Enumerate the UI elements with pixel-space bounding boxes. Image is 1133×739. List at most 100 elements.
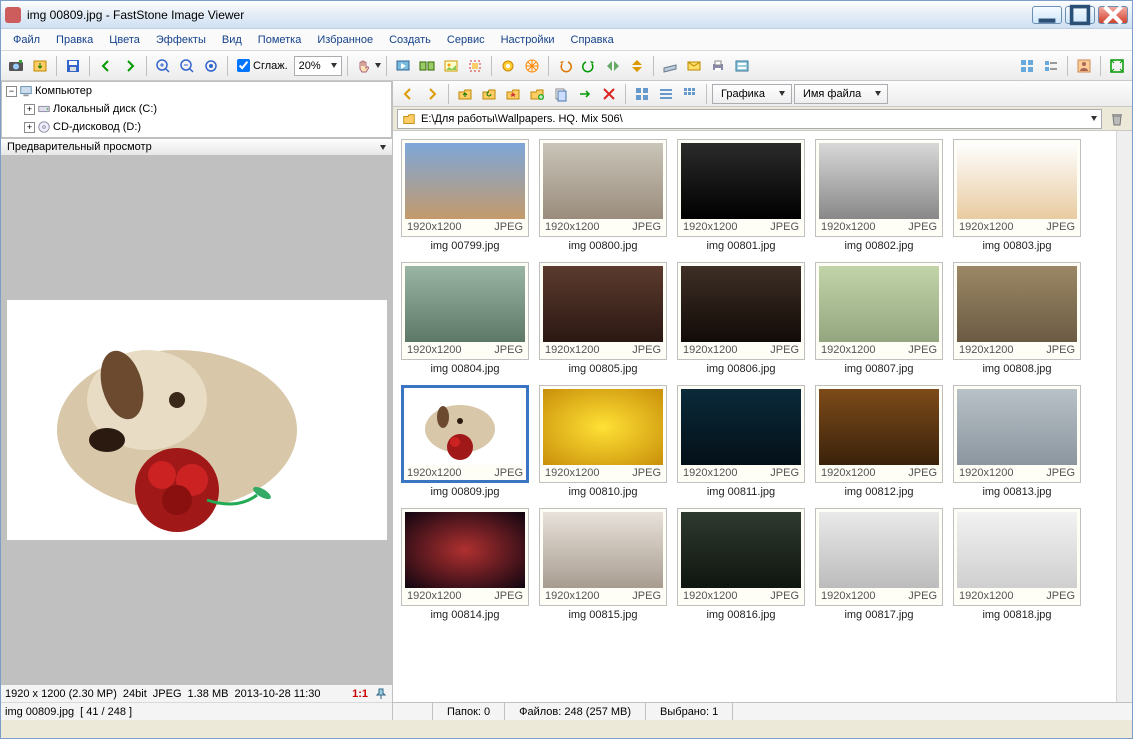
tree-item[interactable]: CD-дисковод (D:) xyxy=(53,121,141,133)
thumbnail[interactable]: 1920x1200JPEGimg 00813.jpg xyxy=(953,385,1081,498)
filter-combo[interactable]: Графика xyxy=(712,84,792,104)
view-list-icon[interactable] xyxy=(1040,55,1062,77)
thumbnail[interactable]: 1920x1200JPEGimg 00799.jpg xyxy=(401,139,529,252)
thumbnail[interactable]: 1920x1200JPEGimg 00801.jpg xyxy=(677,139,805,252)
tree-root[interactable]: Компьютер xyxy=(35,85,92,97)
settings-icon[interactable] xyxy=(731,55,753,77)
thumb-fmt: JPEG xyxy=(908,467,937,479)
thumbnail[interactable]: 1920x1200JPEGimg 00800.jpg xyxy=(539,139,667,252)
thumb-fmt: JPEG xyxy=(770,344,799,356)
thumbnail[interactable]: 1920x1200JPEGimg 00818.jpg xyxy=(953,508,1081,621)
thumbnail[interactable]: 1920x1200JPEGimg 00805.jpg xyxy=(539,262,667,375)
slideshow-icon[interactable] xyxy=(392,55,414,77)
compare-icon[interactable] xyxy=(416,55,438,77)
menu-file[interactable]: Файл xyxy=(5,31,48,49)
thumbnail-grid[interactable]: 1920x1200JPEGimg 00799.jpg1920x1200JPEGi… xyxy=(393,131,1132,702)
delete-icon[interactable] xyxy=(598,83,620,105)
capture-icon[interactable] xyxy=(5,55,27,77)
zoom-in-icon[interactable] xyxy=(152,55,174,77)
folder-tree[interactable]: − Компьютер + Локальный диск (C:) + CD-д… xyxy=(1,81,392,138)
chevron-down-icon[interactable] xyxy=(1091,116,1097,121)
minimize-button[interactable] xyxy=(1032,6,1062,24)
maximize-button[interactable] xyxy=(1065,6,1095,24)
thumbnail[interactable]: 1920x1200JPEGimg 00804.jpg xyxy=(401,262,529,375)
fav-folder-icon[interactable] xyxy=(502,83,524,105)
next-icon[interactable] xyxy=(119,55,141,77)
menu-effects[interactable]: Эффекты xyxy=(148,31,214,49)
forward-icon[interactable] xyxy=(421,83,443,105)
thumbnail[interactable]: 1920x1200JPEGimg 00808.jpg xyxy=(953,262,1081,375)
menu-favorites[interactable]: Избранное xyxy=(309,31,381,49)
view-details-icon[interactable] xyxy=(655,83,677,105)
thumb-image xyxy=(681,512,801,588)
thumbnail[interactable]: 1920x1200JPEGimg 00816.jpg xyxy=(677,508,805,621)
menu-tag[interactable]: Пометка xyxy=(250,31,310,49)
effects-icon[interactable] xyxy=(521,55,543,77)
menu-create[interactable]: Создать xyxy=(381,31,439,49)
main-toolbar: Сглаж. 20% xyxy=(1,51,1132,81)
tree-item[interactable]: Локальный диск (C:) xyxy=(53,103,157,115)
tree-expander-icon[interactable]: + xyxy=(24,104,35,115)
sort-combo[interactable]: Имя файла xyxy=(794,84,888,104)
menu-help[interactable]: Справка xyxy=(563,31,622,49)
hand-icon[interactable] xyxy=(353,55,375,77)
move-to-icon[interactable] xyxy=(574,83,596,105)
preview-area[interactable] xyxy=(1,156,392,684)
fullscreen-icon[interactable] xyxy=(1106,55,1128,77)
thumbnail[interactable]: 1920x1200JPEGimg 00806.jpg xyxy=(677,262,805,375)
menu-settings[interactable]: Настройки xyxy=(493,31,563,49)
save-icon[interactable] xyxy=(62,55,84,77)
preview-image xyxy=(7,300,387,540)
left-panel: − Компьютер + Локальный диск (C:) + CD-д… xyxy=(1,81,393,720)
thumbnail[interactable]: 1920x1200JPEGimg 00812.jpg xyxy=(815,385,943,498)
tree-expander-icon[interactable]: − xyxy=(6,86,17,97)
back-icon[interactable] xyxy=(397,83,419,105)
view-thumbs-icon[interactable] xyxy=(1016,55,1038,77)
thumbnail[interactable]: 1920x1200JPEGimg 00814.jpg xyxy=(401,508,529,621)
rotate-right-icon[interactable] xyxy=(578,55,600,77)
zoom-ratio[interactable]: 1:1 xyxy=(352,688,368,700)
menu-tools[interactable]: Сервис xyxy=(439,31,493,49)
pin-icon[interactable] xyxy=(374,687,388,701)
thumbnail[interactable]: 1920x1200JPEGimg 00809.jpg xyxy=(401,385,529,498)
thumbnail[interactable]: 1920x1200JPEGimg 00811.jpg xyxy=(677,385,805,498)
flip-v-icon[interactable] xyxy=(626,55,648,77)
adjust-icon[interactable] xyxy=(497,55,519,77)
scrollbar[interactable] xyxy=(1116,131,1132,702)
rotate-left-icon[interactable] xyxy=(554,55,576,77)
view-small-icon[interactable] xyxy=(679,83,701,105)
menu-edit[interactable]: Правка xyxy=(48,31,101,49)
person-icon[interactable] xyxy=(1073,55,1095,77)
zoom-fit-icon[interactable] xyxy=(200,55,222,77)
acquire-icon[interactable] xyxy=(29,55,51,77)
thumbnail[interactable]: 1920x1200JPEGimg 00817.jpg xyxy=(815,508,943,621)
thumbnail[interactable]: 1920x1200JPEGimg 00815.jpg xyxy=(539,508,667,621)
refresh-folder-icon[interactable] xyxy=(478,83,500,105)
menu-colors[interactable]: Цвета xyxy=(101,31,148,49)
crop-icon[interactable] xyxy=(464,55,486,77)
email-icon[interactable] xyxy=(683,55,705,77)
tree-expander-icon[interactable]: + xyxy=(24,122,35,133)
prev-icon[interactable] xyxy=(95,55,117,77)
copy-to-icon[interactable] xyxy=(550,83,572,105)
path-field[interactable]: E:\Для работы\Wallpapers. HQ. Mix 506\ xyxy=(397,109,1102,129)
new-folder-icon[interactable] xyxy=(526,83,548,105)
thumbnail[interactable]: 1920x1200JPEGimg 00803.jpg xyxy=(953,139,1081,252)
chevron-down-icon[interactable] xyxy=(380,145,386,150)
close-button[interactable] xyxy=(1098,6,1128,24)
thumbnail[interactable]: 1920x1200JPEGimg 00810.jpg xyxy=(539,385,667,498)
menu-view[interactable]: Вид xyxy=(214,31,250,49)
hand-dropdown-icon[interactable] xyxy=(375,63,381,68)
zoom-combo[interactable]: 20% xyxy=(294,56,342,76)
zoom-out-icon[interactable] xyxy=(176,55,198,77)
flip-h-icon[interactable] xyxy=(602,55,624,77)
up-folder-icon[interactable] xyxy=(454,83,476,105)
thumbnail[interactable]: 1920x1200JPEGimg 00802.jpg xyxy=(815,139,943,252)
scanner-icon[interactable] xyxy=(659,55,681,77)
smooth-checkbox[interactable]: Сглаж. xyxy=(233,59,292,72)
wallpaper-icon[interactable] xyxy=(440,55,462,77)
print-icon[interactable] xyxy=(707,55,729,77)
thumbnail[interactable]: 1920x1200JPEGimg 00807.jpg xyxy=(815,262,943,375)
trash-icon[interactable] xyxy=(1106,108,1128,130)
view-large-icon[interactable] xyxy=(631,83,653,105)
